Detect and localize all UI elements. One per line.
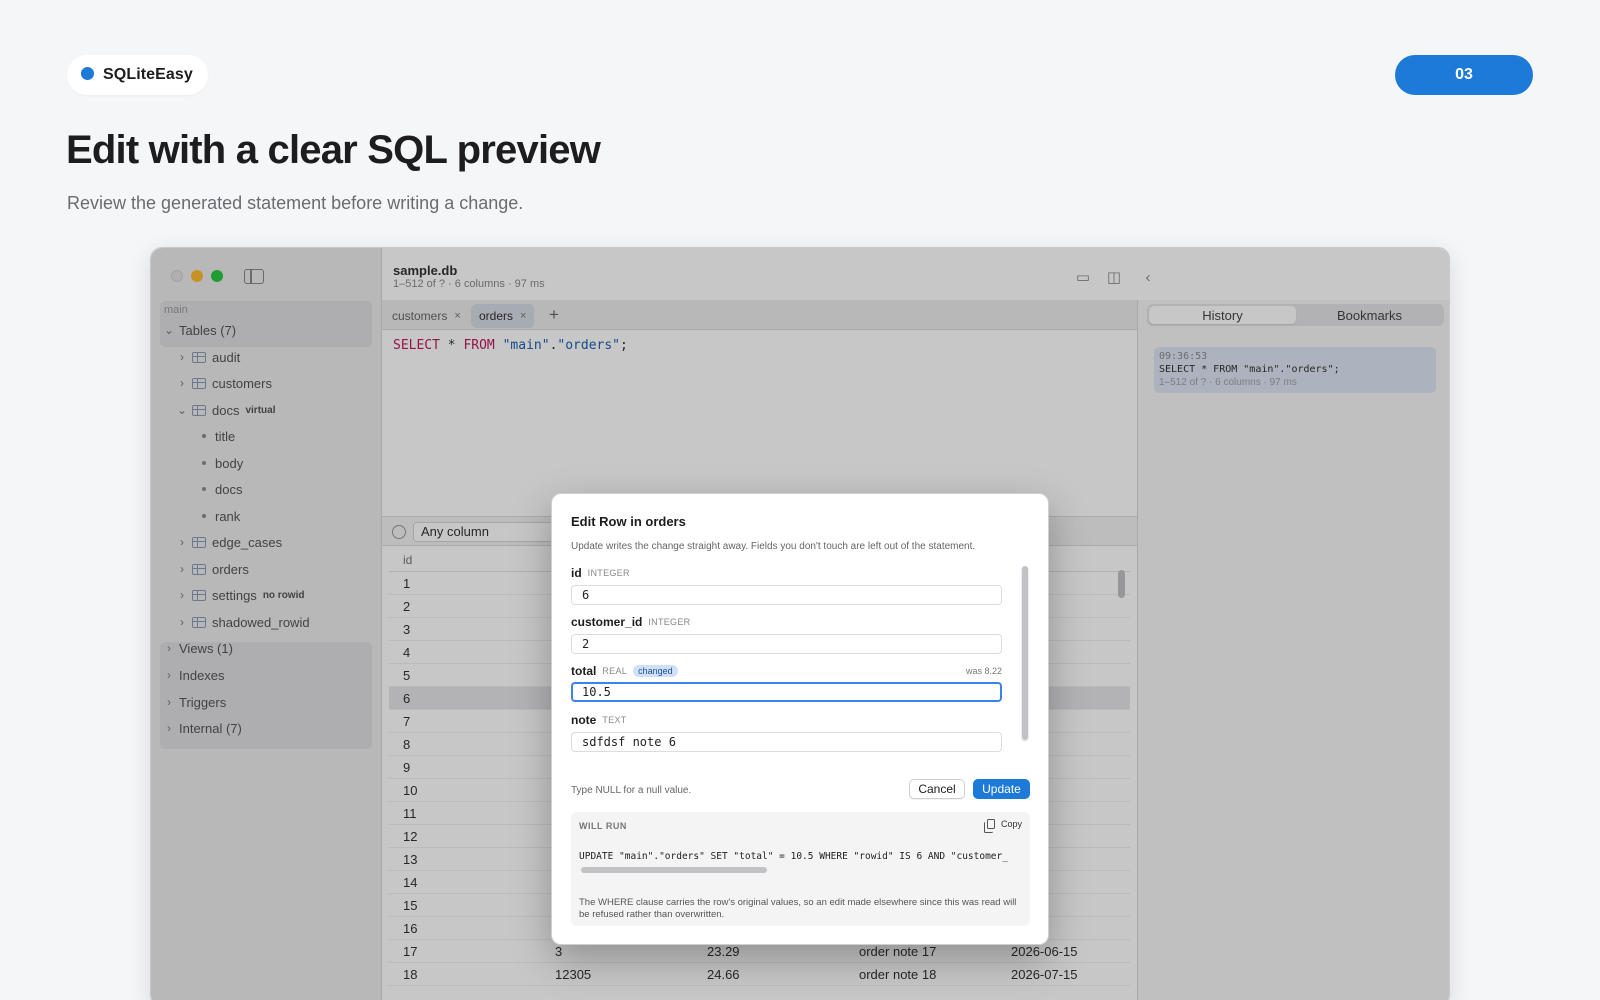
field-name: total bbox=[571, 664, 597, 678]
brand-pill: SQLiteEasy bbox=[67, 55, 208, 95]
field-label-note: note TEXT bbox=[571, 713, 627, 727]
customer-id-field[interactable]: 2 bbox=[571, 634, 1002, 654]
null-hint: Type NULL for a null value. bbox=[571, 785, 692, 796]
id-field[interactable]: 6 bbox=[571, 585, 1002, 605]
field-name: id bbox=[571, 566, 582, 580]
field-name: placed bbox=[571, 761, 609, 762]
copy-button[interactable]: Copy bbox=[983, 819, 1022, 833]
field-label-total: total REAL changed bbox=[571, 664, 678, 678]
field-label-placed: placed TEXT bbox=[571, 761, 639, 762]
original-value-hint: was 8.22 bbox=[965, 666, 1002, 676]
field-label-id: id INTEGER bbox=[571, 566, 630, 580]
dialog-title: Edit Row in orders bbox=[571, 514, 686, 529]
field-name: note bbox=[571, 713, 597, 727]
sql-preview-scrollbar[interactable] bbox=[581, 867, 767, 873]
generated-sql: UPDATE "main"."orders" SET "total" = 10.… bbox=[579, 851, 1008, 862]
field-list-scrollbar[interactable] bbox=[1021, 566, 1029, 742]
note-field[interactable]: sdfdsf note 6 bbox=[571, 732, 1002, 752]
field-type: REAL bbox=[602, 666, 628, 676]
edit-row-dialog: Edit Row in orders Update writes the cha… bbox=[551, 493, 1049, 945]
cancel-button[interactable]: Cancel bbox=[909, 779, 965, 799]
scrollbar-thumb[interactable] bbox=[1022, 566, 1028, 740]
field-list: id INTEGER 6 customer_id INTEGER 2 total… bbox=[571, 564, 1012, 762]
update-button[interactable]: Update bbox=[973, 779, 1030, 799]
field-name: customer_id bbox=[571, 615, 643, 629]
copy-icon bbox=[983, 819, 995, 833]
page-number-badge: 03 bbox=[1395, 55, 1533, 95]
field-type: INTEGER bbox=[648, 617, 691, 627]
field-label-customer-id: customer_id INTEGER bbox=[571, 615, 690, 629]
brand-dot-icon bbox=[81, 66, 94, 80]
page-subtitle: Review the generated statement before wr… bbox=[67, 193, 524, 213]
sql-preview: WILL RUN Copy UPDATE "main"."orders" SET… bbox=[571, 812, 1030, 926]
page-title: Edit with a clear SQL preview bbox=[66, 128, 601, 172]
where-clause-note: The WHERE clause carries the row's origi… bbox=[579, 897, 1017, 920]
changed-badge: changed bbox=[633, 665, 678, 677]
total-field[interactable]: 10.5 bbox=[571, 682, 1002, 702]
brand-name: SQLiteEasy bbox=[103, 66, 193, 83]
will-run-label: WILL RUN bbox=[579, 821, 627, 831]
copy-label: Copy bbox=[1000, 819, 1022, 829]
field-type: INTEGER bbox=[587, 568, 630, 578]
field-type: TEXT bbox=[602, 715, 627, 725]
dialog-description: Update writes the change straight away. … bbox=[571, 541, 976, 552]
